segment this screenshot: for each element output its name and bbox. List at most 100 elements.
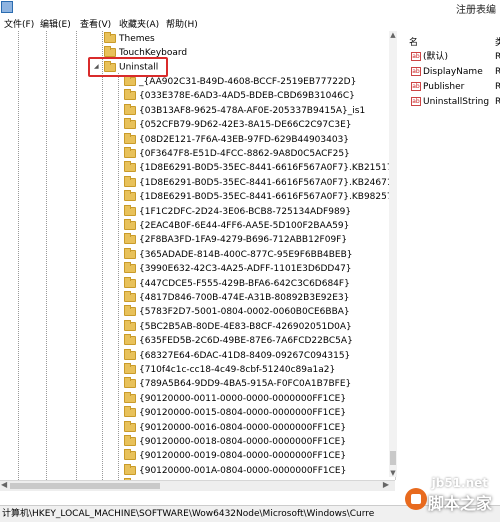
value-row[interactable]: ab Publisher	[411, 80, 464, 94]
folder-icon	[124, 449, 136, 461]
tree-node-subkey[interactable]: {90120000-0015-0804-0000-0000000FF1CE}	[124, 406, 346, 420]
scroll-down-arrow-icon[interactable]: ▼	[389, 469, 397, 477]
folder-icon	[124, 363, 136, 374]
folder-icon	[124, 147, 136, 158]
folder-icon	[124, 75, 136, 86]
folder-icon	[124, 406, 136, 418]
status-path: 计算机\HKEY_LOCAL_MACHINE\SOFTWARE\Wow6432N…	[2, 509, 375, 519]
tree-node-subkey[interactable]: _{AA902C31-B49D-4608-BCCF-2519EB77722D}	[124, 75, 356, 89]
tree-node-subkey[interactable]: {5BC2B5AB-80DE-4E83-B8CF-426902051D0A}	[124, 319, 352, 334]
tree-vertical-scrollbar[interactable]: ▲ ▼	[389, 31, 397, 477]
folder-icon	[124, 305, 136, 317]
value-row[interactable]: ab UninstallString	[411, 95, 489, 109]
folder-icon	[124, 118, 136, 130]
tree-node-subkey[interactable]: {90120000-0011-0000-0000-0000000FF1CE}	[124, 391, 346, 406]
folder-icon	[124, 291, 136, 302]
folder-icon	[124, 348, 136, 360]
tree-node-subkey[interactable]: {90120000-0016-0804-0000-0000000FF1CE}	[124, 420, 346, 435]
menu-bar: 文件(F) 编辑(E) 查看(V) 收藏夹(A) 帮助(H)	[0, 15, 500, 30]
menu-view[interactable]: 查看(V)	[80, 17, 111, 30]
tree-node-subkey[interactable]: {635FED5B-2C6D-49BE-87E6-7A6FCD22BC5A}	[124, 334, 353, 348]
menu-file[interactable]: 文件(F)	[4, 17, 34, 30]
column-header-name[interactable]: 名	[409, 35, 418, 48]
folder-icon	[104, 46, 116, 57]
folder-icon	[124, 89, 136, 101]
string-value-icon: ab	[411, 52, 421, 61]
site-logo-icon	[405, 488, 427, 510]
value-type: R	[495, 67, 500, 77]
string-value-icon: ab	[411, 67, 421, 76]
tree-node-subkey[interactable]: {033E378E-6AD3-4AD5-BDEB-CBD69B31046C}	[124, 89, 355, 103]
selection-highlight	[88, 57, 168, 77]
folder-icon	[124, 377, 136, 389]
tree-node-subkey[interactable]: {03B13AF8-9625-478A-AF0E-205337B9415A}_i…	[124, 103, 365, 118]
tree-node-subkey[interactable]: {1D8E6291-B0D5-35EC-8441-6616F567A0F7}.K…	[124, 161, 395, 175]
tree-node-subkey[interactable]: {90120000-0019-0804-0000-0000000FF1CE}	[124, 449, 346, 463]
folder-icon	[124, 233, 136, 245]
value-row[interactable]: ab DisplayName	[411, 65, 483, 79]
folder-icon	[124, 463, 136, 475]
string-value-icon: ab	[411, 82, 421, 91]
tree-node-subkey[interactable]: {08D2E121-7F6A-43EB-97FD-629B44903403}	[124, 132, 349, 147]
values-pane: 名 类 ab (默认) R ab DisplayName R ab Publisher…	[405, 31, 500, 490]
value-type: R	[495, 82, 500, 92]
site-watermark: jb51.net 脚本之家	[403, 476, 498, 521]
string-value-icon: ab	[411, 97, 421, 106]
scroll-left-arrow-icon[interactable]: ◀	[1, 480, 7, 489]
folder-icon	[104, 32, 116, 43]
tree-node-subkey[interactable]: {1F1C2DFC-2D24-3E06-BCB8-725134ADF989}	[124, 204, 351, 219]
window-title: 注册表编	[456, 5, 496, 16]
tree-node-subkey[interactable]: {68327E64-6DAC-41D8-8409-09267C094315}	[124, 348, 350, 363]
scroll-thumb[interactable]	[10, 483, 160, 489]
value-row[interactable]: ab (默认)	[411, 50, 448, 64]
tree-node-subkey[interactable]: {3990E632-42C3-4A25-ADFF-1101E3D6DD47}	[124, 262, 352, 276]
tree-guide-line	[118, 73, 119, 480]
tree-node-subkey[interactable]: {2F8BA3FD-1FA9-4279-B696-712ABB12F09F}	[124, 233, 347, 247]
tree-node-subkey[interactable]: {2EAC4B0F-6E44-4FF6-AA5E-5D100F2BAA59}	[124, 219, 349, 233]
value-type: R	[495, 97, 500, 107]
menu-favorites[interactable]: 收藏夹(A)	[119, 17, 159, 30]
watermark-site: jb51.net	[431, 476, 488, 490]
folder-icon	[124, 219, 136, 230]
tree-horizontal-scrollbar[interactable]: ◀ ▶	[0, 480, 395, 491]
folder-icon	[124, 161, 136, 173]
menu-edit[interactable]: 编辑(E)	[40, 17, 71, 30]
folder-icon	[124, 190, 136, 202]
folder-icon	[124, 204, 136, 216]
folder-icon	[124, 175, 136, 187]
scroll-right-arrow-icon[interactable]: ▶	[383, 480, 389, 489]
folder-icon	[124, 103, 136, 115]
folder-icon	[124, 334, 136, 346]
tree-guide-line	[18, 31, 19, 480]
tree-node-themes[interactable]: Themes	[104, 32, 155, 46]
value-type: R	[495, 52, 500, 62]
tree-node-subkey[interactable]: {90120000-0018-0804-0000-0000000FF1CE}	[124, 435, 346, 449]
folder-icon	[124, 247, 136, 259]
menu-help[interactable]: 帮助(H)	[166, 17, 198, 30]
tree-guide-line	[46, 31, 47, 480]
tree-node-subkey[interactable]: {710f4c1c-cc18-4c49-8cbf-51240c89a1a2}	[124, 363, 335, 377]
folder-icon	[124, 262, 136, 274]
folder-icon	[124, 391, 136, 403]
tree-node-subkey[interactable]: {5783F2D7-5001-0804-0002-0060B0CE6BBA}	[124, 305, 350, 319]
tree-guide-line	[76, 31, 77, 480]
tree-guide-line	[102, 31, 103, 480]
tree-node-subkey[interactable]: {052CFB79-9D62-42E3-8A15-DE66C2C97C3E}	[124, 118, 352, 132]
tree-node-subkey[interactable]: {90120000-001A-0804-0000-0000000FF1CE}	[124, 463, 346, 478]
folder-icon	[124, 319, 136, 331]
folder-icon	[124, 435, 136, 446]
tree-node-subkey[interactable]: {365ADADE-814B-400C-877C-95E9F6BB4BEB}	[124, 247, 352, 262]
tree-node-subkey[interactable]: {1D8E6291-B0D5-35EC-8441-6616F567A0F7}.K…	[124, 190, 395, 204]
tree-node-subkey[interactable]: {447CDCE5-F555-429B-BFA6-642C3C6D684F}	[124, 276, 350, 291]
scroll-up-arrow-icon[interactable]: ▲	[389, 31, 397, 39]
tree-node-subkey[interactable]: {0F3647F8-E51D-4FCC-8862-9A8D0C5ACF25}	[124, 147, 350, 161]
folder-icon	[124, 420, 136, 432]
folder-icon	[124, 132, 136, 144]
tree-node-subkey[interactable]: {789A5B64-9DD9-4BA5-915A-F0FC0A1B7BFE}	[124, 377, 351, 391]
tree-node-subkey[interactable]: {1D8E6291-B0D5-35EC-8441-6616F567A0F7}.K…	[124, 175, 395, 190]
registry-tree: Themes TouchKeyboard ◢ Uninstall _{AA902C…	[0, 31, 396, 480]
regedit-app-icon	[1, 1, 13, 13]
column-header-type[interactable]: 类	[495, 35, 500, 48]
tree-node-subkey[interactable]: {4817D846-700B-474E-A31B-80892B3E92E3}	[124, 291, 349, 305]
scroll-thumb[interactable]	[390, 451, 396, 465]
